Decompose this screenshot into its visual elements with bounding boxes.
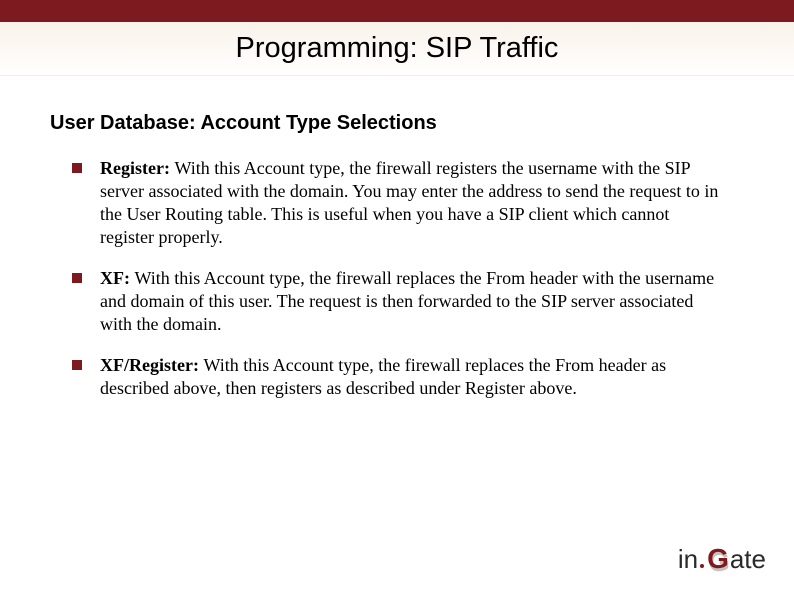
bullet-body: With this Account type, the firewall reg… bbox=[100, 158, 718, 247]
bullet-term: XF/Register: bbox=[100, 355, 203, 375]
bullet-list: Register: With this Account type, the fi… bbox=[50, 157, 744, 400]
bullet-text: Register: With this Account type, the fi… bbox=[100, 157, 720, 249]
logo-dot-icon bbox=[700, 564, 704, 568]
section-title: User Database: Account Type Selections bbox=[50, 112, 744, 135]
bullet-icon bbox=[72, 273, 82, 283]
content-area: User Database: Account Type Selections R… bbox=[0, 76, 794, 400]
ingate-logo: in G G ate bbox=[678, 543, 766, 575]
slide-title: Programming: SIP Traffic bbox=[236, 32, 559, 65]
bullet-term: Register: bbox=[100, 158, 174, 178]
bullet-icon bbox=[72, 163, 82, 173]
logo-in-text: in bbox=[678, 544, 698, 575]
list-item: Register: With this Account type, the fi… bbox=[72, 157, 744, 249]
bullet-term: XF: bbox=[100, 268, 135, 288]
logo-g-text: G bbox=[707, 543, 729, 574]
bullet-icon bbox=[72, 360, 82, 370]
list-item: XF/Register: With this Account type, the… bbox=[72, 354, 744, 400]
logo-g-wrap: G G bbox=[707, 543, 729, 575]
bullet-body: With this Account type, the firewall rep… bbox=[100, 268, 714, 334]
title-area: Programming: SIP Traffic bbox=[0, 22, 794, 76]
bullet-text: XF/Register: With this Account type, the… bbox=[100, 354, 720, 400]
bullet-text: XF: With this Account type, the firewall… bbox=[100, 267, 720, 336]
top-bar bbox=[0, 0, 794, 22]
list-item: XF: With this Account type, the firewall… bbox=[72, 267, 744, 336]
logo-ate-text: ate bbox=[730, 544, 766, 575]
